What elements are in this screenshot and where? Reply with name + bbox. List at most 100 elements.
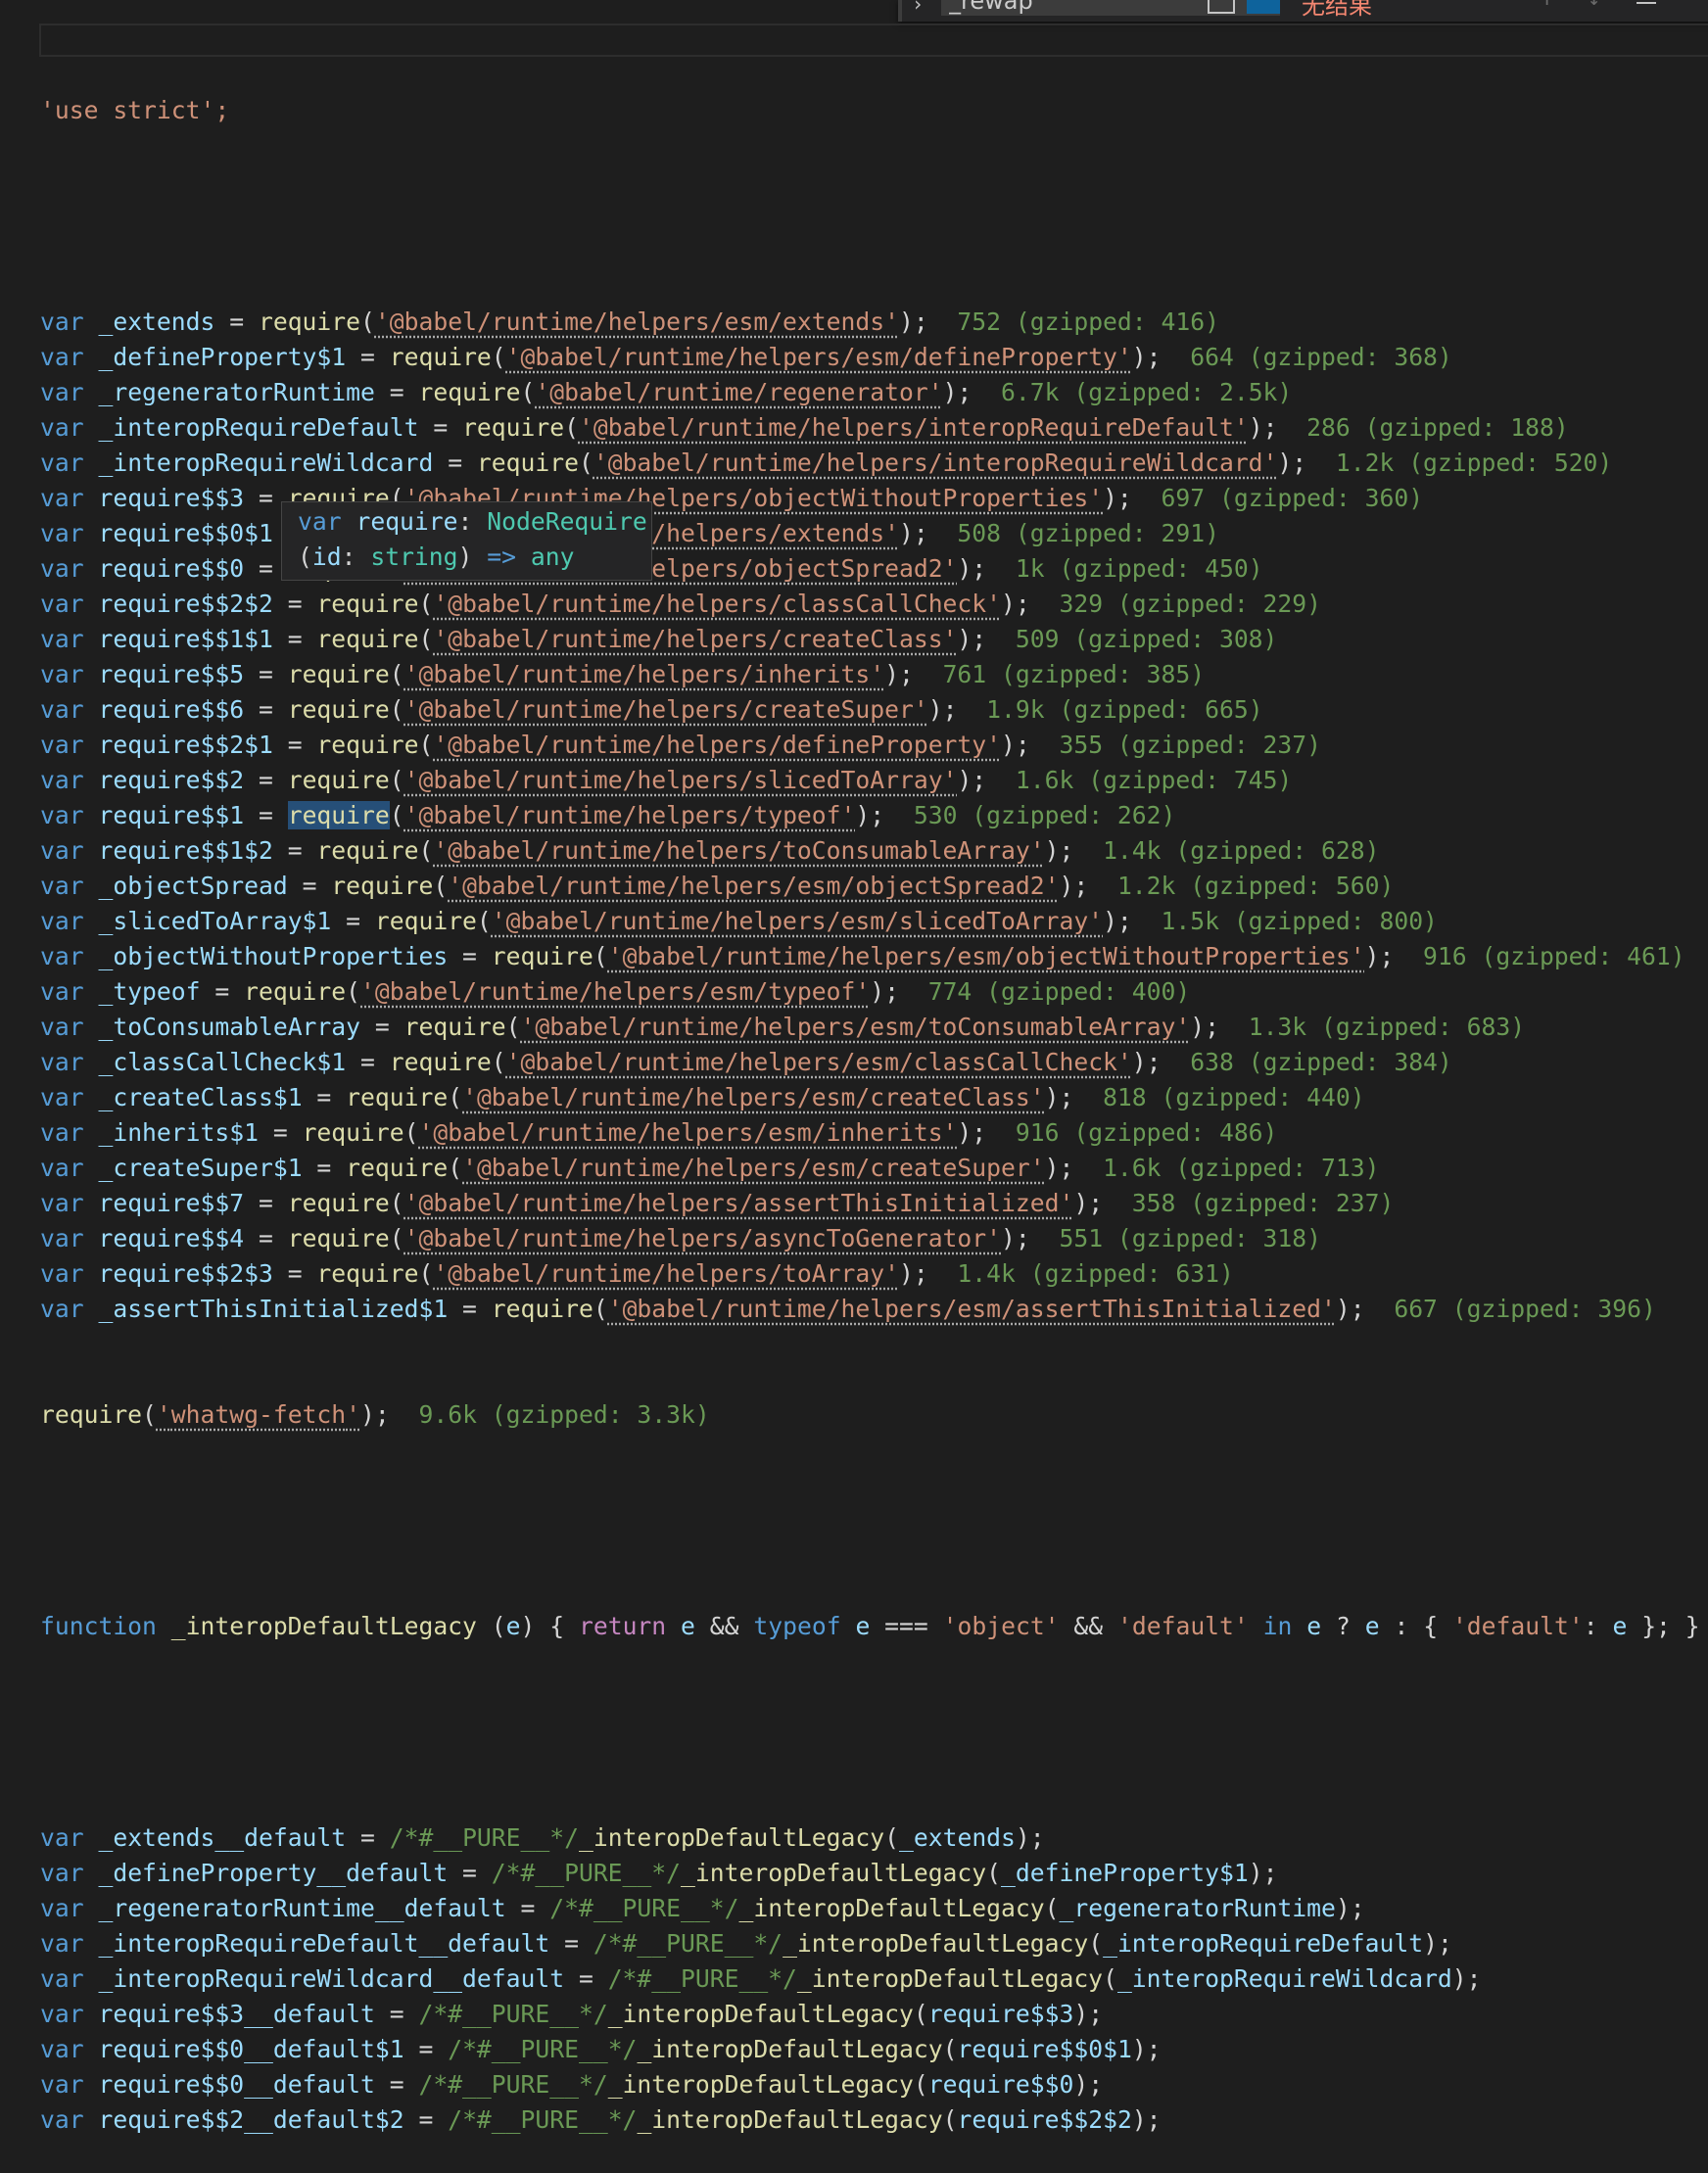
import-size: 1k (gzipped: 450) xyxy=(1015,554,1263,583)
var-keyword: var xyxy=(40,872,84,900)
import-size: 329 (gzipped: 229) xyxy=(1059,590,1322,618)
pure-comment: /*#__PURE__*/ xyxy=(607,1964,797,1993)
code-line: var _slicedToArray$1 = require('@babel/r… xyxy=(40,907,1438,935)
variable-name: _regeneratorRuntime xyxy=(98,378,375,406)
variable-name: require$$3 xyxy=(98,484,245,512)
require-call: require xyxy=(40,1400,143,1429)
import-size: 286 (gzipped: 188) xyxy=(1306,413,1569,442)
var-keyword: var xyxy=(40,378,84,406)
param: e xyxy=(505,1612,521,1640)
module-string: '@babel/runtime/helpers/esm/toConsumable… xyxy=(520,1013,1191,1041)
variable-name: require$$2 xyxy=(98,766,245,794)
import-size: 1.2k (gzipped: 560) xyxy=(1116,872,1395,900)
pure-comment: /*#__PURE__*/ xyxy=(448,2035,638,2063)
module-string: '@babel/runtime/helpers/esm/assertThisIn… xyxy=(607,1295,1336,1323)
code-line: var _typeof = require('@babel/runtime/he… xyxy=(40,977,1191,1006)
function-call: _interopDefaultLegacy xyxy=(607,2000,914,2028)
import-size: 818 (gzipped: 440) xyxy=(1103,1083,1365,1111)
code-line: var require$$2$2 = require('@babel/runti… xyxy=(40,590,1322,618)
require-call: require xyxy=(476,449,579,477)
var-keyword: var xyxy=(40,1929,84,1958)
toggle-replace-icon[interactable]: › xyxy=(912,0,924,16)
function-keyword: function xyxy=(40,1612,157,1640)
require-call: require xyxy=(491,1295,593,1323)
hover-symbol: require xyxy=(356,507,458,536)
function-call: _interopDefaultLegacy xyxy=(783,1929,1089,1958)
param: e xyxy=(855,1612,871,1640)
variable-name: _slicedToArray$1 xyxy=(98,907,332,935)
var-keyword: var xyxy=(40,625,84,653)
module-string: '@babel/runtime/helpers/esm/objectSpread… xyxy=(448,872,1060,900)
find-widget: › 无结果 ↑ ↓ xyxy=(898,0,1708,22)
import-size: 664 (gzipped: 368) xyxy=(1190,343,1452,371)
find-in-selection-icon[interactable] xyxy=(1637,0,1656,4)
require-call: require xyxy=(316,1259,419,1288)
module-string: '@babel/runtime/helpers/interopRequireDe… xyxy=(578,413,1249,442)
code-line: var _objectWithoutProperties = require('… xyxy=(40,942,1685,970)
module-string: '@babel/runtime/helpers/esm/extends' xyxy=(374,307,899,336)
import-size: 1.4k (gzipped: 631) xyxy=(957,1259,1234,1288)
function-call: _interopDefaultLegacy xyxy=(738,1894,1045,1922)
import-size: 1.3k (gzipped: 683) xyxy=(1248,1013,1526,1041)
function-call: _interopDefaultLegacy xyxy=(607,2070,914,2099)
require-call: require xyxy=(389,343,492,371)
match-whole-word-toggle[interactable] xyxy=(1208,0,1235,14)
import-size: 530 (gzipped: 262) xyxy=(913,801,1176,829)
hover-type: NodeRequire xyxy=(487,507,647,536)
variable-name: require$$0__default xyxy=(98,2070,375,2099)
variable-name: require$$2$1 xyxy=(98,731,273,759)
var-keyword: var xyxy=(40,942,84,970)
var-keyword: var xyxy=(40,2000,84,2028)
variable-name: require$$3__default xyxy=(98,2000,375,2028)
code-line: var require$$0__default = /*#__PURE__*/_… xyxy=(40,2070,1104,2099)
next-match-arrow-icon[interactable]: ↓ xyxy=(1588,0,1600,11)
var-keyword: var xyxy=(40,801,84,829)
var-keyword: var xyxy=(40,1083,84,1111)
require-call: require xyxy=(316,625,419,653)
code-line: var _interopRequireDefault__default = /*… xyxy=(40,1929,1452,1958)
module-string: '@babel/runtime/helpers/esm/defineProper… xyxy=(505,343,1132,371)
var-keyword: var xyxy=(40,1013,84,1041)
regex-toggle[interactable] xyxy=(1247,0,1280,14)
code-line: var _inherits$1 = require('@babel/runtim… xyxy=(40,1118,1278,1147)
argument: _interopRequireDefault xyxy=(1103,1929,1424,1958)
code-line: var _createSuper$1 = require('@babel/run… xyxy=(40,1154,1380,1182)
module-string: '@babel/runtime/helpers/createSuper' xyxy=(403,695,928,724)
var-keyword: var xyxy=(40,2035,84,2063)
argument: require$$2$2 xyxy=(957,2105,1132,2134)
variable-name: _interopRequireDefault xyxy=(98,413,419,442)
code-line: var require$$1$1 = require('@babel/runti… xyxy=(40,625,1278,653)
previous-match-arrow-icon[interactable]: ↑ xyxy=(1541,0,1553,11)
code-line: var _interopRequireWildcard__default = /… xyxy=(40,1964,1482,1993)
pure-comment: /*#__PURE__*/ xyxy=(389,1823,579,1852)
code-line: var _defineProperty$1 = require('@babel/… xyxy=(40,343,1452,371)
variable-name: _extends xyxy=(98,307,215,336)
code-editor[interactable]: 'use strict'; var _extends = require('@b… xyxy=(40,23,1700,2173)
code-line: var require$$5 = require('@babel/runtime… xyxy=(40,660,1206,688)
module-string: '@babel/runtime/regenerator' xyxy=(535,378,943,406)
module-string: 'whatwg-fetch' xyxy=(156,1400,361,1429)
param: e xyxy=(681,1612,695,1640)
module-string: '@babel/runtime/helpers/assertThisInitia… xyxy=(403,1189,1074,1217)
require-call: require xyxy=(403,1013,506,1041)
module-string: '@babel/runtime/helpers/esm/createSuper' xyxy=(462,1154,1045,1182)
code-line: var _createClass$1 = require('@babel/run… xyxy=(40,1083,1365,1111)
code-line: 'use strict'; xyxy=(40,93,1700,128)
var-keyword: var xyxy=(40,590,84,618)
require-call: require xyxy=(389,1048,492,1076)
hover-params-line: (id: string) => any xyxy=(298,543,575,571)
module-string: '@babel/runtime/helpers/esm/createClass' xyxy=(462,1083,1045,1111)
var-keyword: var xyxy=(40,413,84,442)
require-call: require xyxy=(316,836,419,865)
require-call: require xyxy=(244,977,347,1006)
module-string: '@babel/runtime/helpers/typeof' xyxy=(403,801,856,829)
module-string: '@babel/runtime/helpers/classCallCheck' xyxy=(433,590,1002,618)
import-size: 761 (gzipped: 385) xyxy=(942,660,1206,688)
argument: require$$0 xyxy=(927,2070,1074,2099)
import-size: 1.2k (gzipped: 520) xyxy=(1335,449,1613,477)
code-line: var require$$4 = require('@babel/runtime… xyxy=(40,1224,1322,1252)
import-size: 1.9k (gzipped: 665) xyxy=(986,695,1263,724)
require-call: require xyxy=(316,731,419,759)
